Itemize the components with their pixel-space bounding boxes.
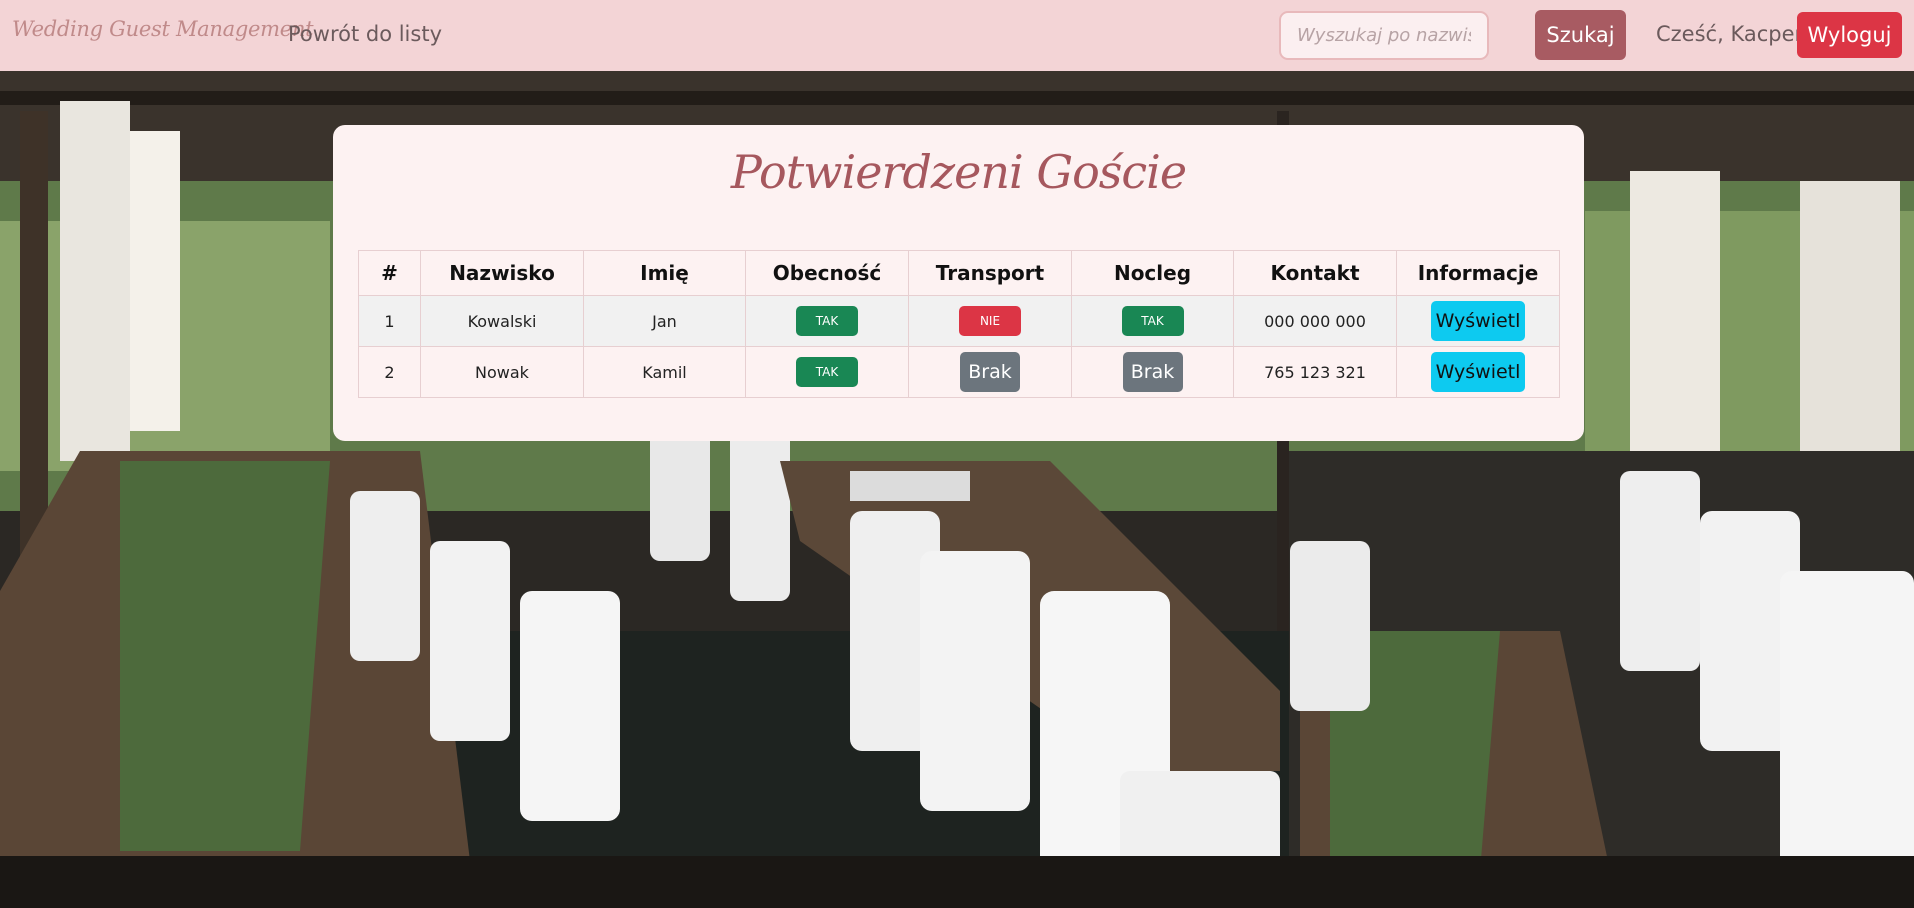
cell-surname: Kowalski: [420, 295, 584, 347]
cell-contact: 000 000 000: [1233, 295, 1397, 347]
navbar: Wedding Guest Management Powrót do listy…: [0, 0, 1914, 71]
transport-badge: NIE: [959, 306, 1021, 336]
logout-button[interactable]: Wyloguj: [1797, 12, 1902, 58]
presence-badge: TAK: [796, 357, 858, 387]
guests-table: # Nazwisko Imię Obecność Transport Nocle…: [358, 250, 1560, 398]
cell-lodging: TAK: [1071, 295, 1234, 347]
search-input[interactable]: [1279, 11, 1489, 60]
table-header-row: # Nazwisko Imię Obecność Transport Nocle…: [358, 250, 1560, 296]
cell-info: Wyświetl: [1396, 295, 1560, 347]
header-number: #: [358, 250, 421, 296]
cell-name: Kamil: [583, 346, 746, 398]
cell-lodging: Brak: [1071, 346, 1234, 398]
header-info: Informacje: [1396, 250, 1560, 296]
header-surname: Nazwisko: [420, 250, 584, 296]
cell-surname: Nowak: [420, 346, 584, 398]
cell-number: 1: [358, 295, 421, 347]
brand-logo[interactable]: Wedding Guest Management: [12, 17, 314, 41]
view-details-button[interactable]: Wyświetl: [1431, 352, 1525, 392]
presence-badge: TAK: [796, 306, 858, 336]
header-presence: Obecność: [745, 250, 909, 296]
confirmed-guests-card: Potwierdzeni Goście # Nazwisko Imię Obec…: [333, 125, 1584, 441]
table-row: 2 Nowak Kamil TAK Brak Brak 765 123 321 …: [358, 346, 1560, 398]
cell-name: Jan: [583, 295, 746, 347]
cell-number: 2: [358, 346, 421, 398]
header-contact: Kontakt: [1233, 250, 1397, 296]
page-title: Potwierdzeni Goście: [730, 145, 1187, 199]
cell-transport: NIE: [908, 295, 1072, 347]
lodging-badge: Brak: [1122, 352, 1183, 392]
user-greeting: Cześć, Kacper: [1656, 22, 1804, 46]
transport-badge: Brak: [960, 352, 1020, 392]
back-to-list-link[interactable]: Powrót do listy: [288, 22, 442, 46]
header-transport: Transport: [908, 250, 1072, 296]
search-button[interactable]: Szukaj: [1535, 10, 1626, 60]
cell-contact: 765 123 321: [1233, 346, 1397, 398]
cell-info: Wyświetl: [1396, 346, 1560, 398]
cell-transport: Brak: [908, 346, 1072, 398]
header-name: Imię: [583, 250, 746, 296]
cell-presence: TAK: [745, 346, 909, 398]
view-details-button[interactable]: Wyświetl: [1431, 301, 1525, 341]
lodging-badge: TAK: [1121, 306, 1184, 336]
cell-presence: TAK: [745, 295, 909, 347]
header-lodging: Nocleg: [1071, 250, 1234, 296]
table-row: 1 Kowalski Jan TAK NIE TAK 000 000 000 W…: [358, 295, 1560, 347]
